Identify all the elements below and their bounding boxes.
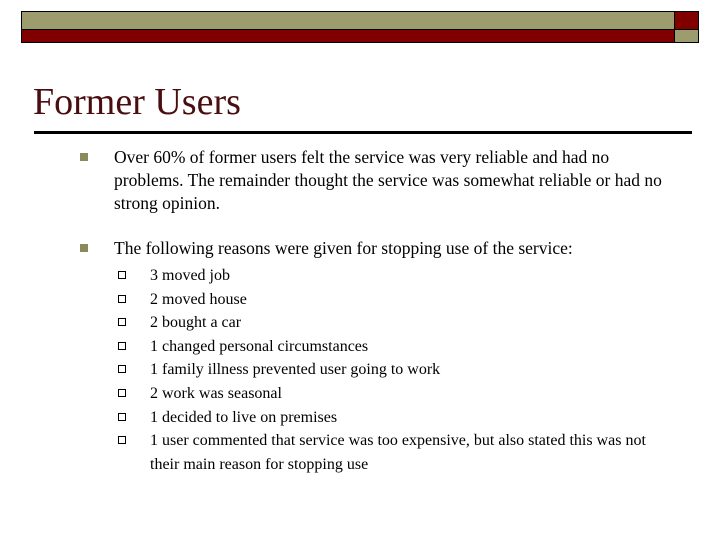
sub-bullet-item: 2 bought a car: [0, 311, 720, 335]
olive-band: [21, 11, 675, 30]
bullet-item: The following reasons were given for sto…: [0, 237, 720, 260]
sub-bullet-item: 3 moved job: [0, 264, 720, 288]
slide-title: Former Users: [33, 81, 241, 123]
sub-bullet-item: 2 moved house: [0, 288, 720, 312]
hollow-square-bullet-icon: [118, 436, 126, 445]
sub-bullet-text: 1 decided to live on premises: [150, 408, 338, 426]
hollow-square-bullet-icon: [118, 318, 126, 327]
hollow-square-bullet-icon: [118, 365, 126, 374]
filled-square-bullet-icon: [80, 153, 88, 161]
hollow-square-bullet-icon: [118, 294, 126, 303]
bullet-item: Over 60% of former users felt the servic…: [0, 146, 720, 215]
sub-bullet-item: 1 changed personal circumstances: [0, 335, 720, 359]
maroon-band: [21, 29, 675, 43]
maroon-accent-square: [674, 11, 699, 30]
sub-bullet-item: 1 user commented that service was too ex…: [0, 429, 720, 476]
sub-bullet-text: 2 bought a car: [150, 314, 242, 332]
sub-bullet-text: 2 moved house: [150, 290, 247, 308]
sub-bullet-text: 2 work was seasonal: [150, 384, 282, 402]
title-divider-rule: [34, 131, 692, 134]
sub-bullet-item: 2 work was seasonal: [0, 382, 720, 406]
sub-bullet-text: 3 moved job: [150, 267, 230, 284]
hollow-square-bullet-icon: [118, 412, 126, 421]
sub-bullet-item: 1 family illness prevented user going to…: [0, 358, 720, 382]
bullet-text: Over 60% of former users felt the servic…: [114, 147, 662, 213]
hollow-square-bullet-icon: [118, 388, 126, 397]
filled-square-bullet-icon: [80, 244, 88, 252]
sub-bullet-text: 1 changed personal circumstances: [150, 337, 369, 355]
slide-body: Over 60% of former users felt the servic…: [0, 146, 720, 476]
slide-header-banner: [21, 11, 699, 43]
sub-bullet-text: 1 family illness prevented user going to…: [150, 361, 441, 379]
olive-accent-square: [674, 29, 699, 43]
sub-bullet-item: 1 decided to live on premises: [0, 406, 720, 430]
hollow-square-bullet-icon: [118, 341, 126, 350]
sub-bullet-list: 3 moved job 2 moved house 2 bought a car…: [0, 264, 720, 476]
bullet-text: The following reasons were given for sto…: [114, 238, 573, 258]
hollow-square-bullet-icon: [118, 271, 126, 279]
bullet-spacer: [0, 215, 720, 237]
sub-bullet-text: 1 user commented that service was too ex…: [150, 432, 646, 473]
